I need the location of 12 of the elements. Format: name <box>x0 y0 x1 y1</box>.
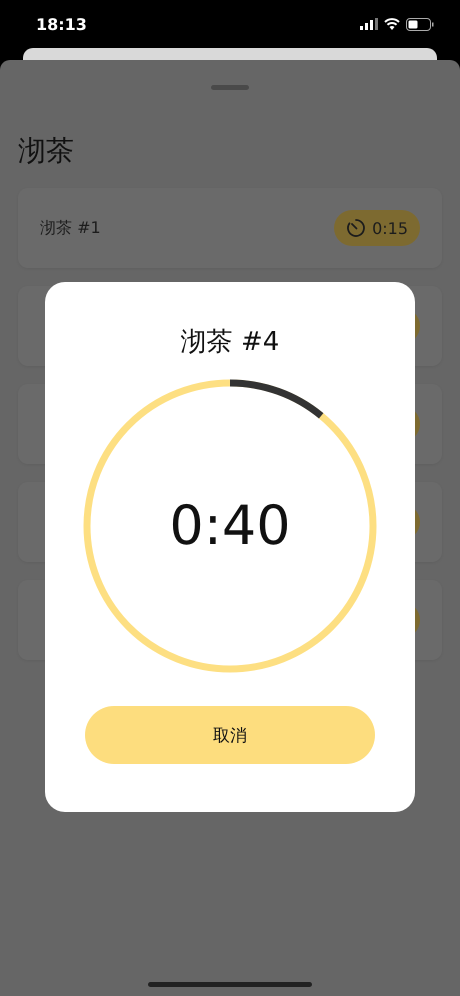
cancel-button[interactable]: 取消 <box>85 706 375 764</box>
timer-icon <box>346 218 366 238</box>
countdown-time: 0:40 <box>169 496 291 556</box>
grabber-handle[interactable] <box>211 85 249 90</box>
status-time: 18:13 <box>36 14 87 34</box>
signal-icon <box>360 18 378 30</box>
item-label: 沏茶 #1 <box>40 218 101 238</box>
dialog-title: 沏茶 #4 <box>180 326 280 359</box>
wifi-icon <box>384 18 400 30</box>
battery-icon <box>406 18 434 30</box>
sheet-title: 沏茶 <box>18 134 75 168</box>
timer-badge: 0:15 <box>334 210 420 246</box>
